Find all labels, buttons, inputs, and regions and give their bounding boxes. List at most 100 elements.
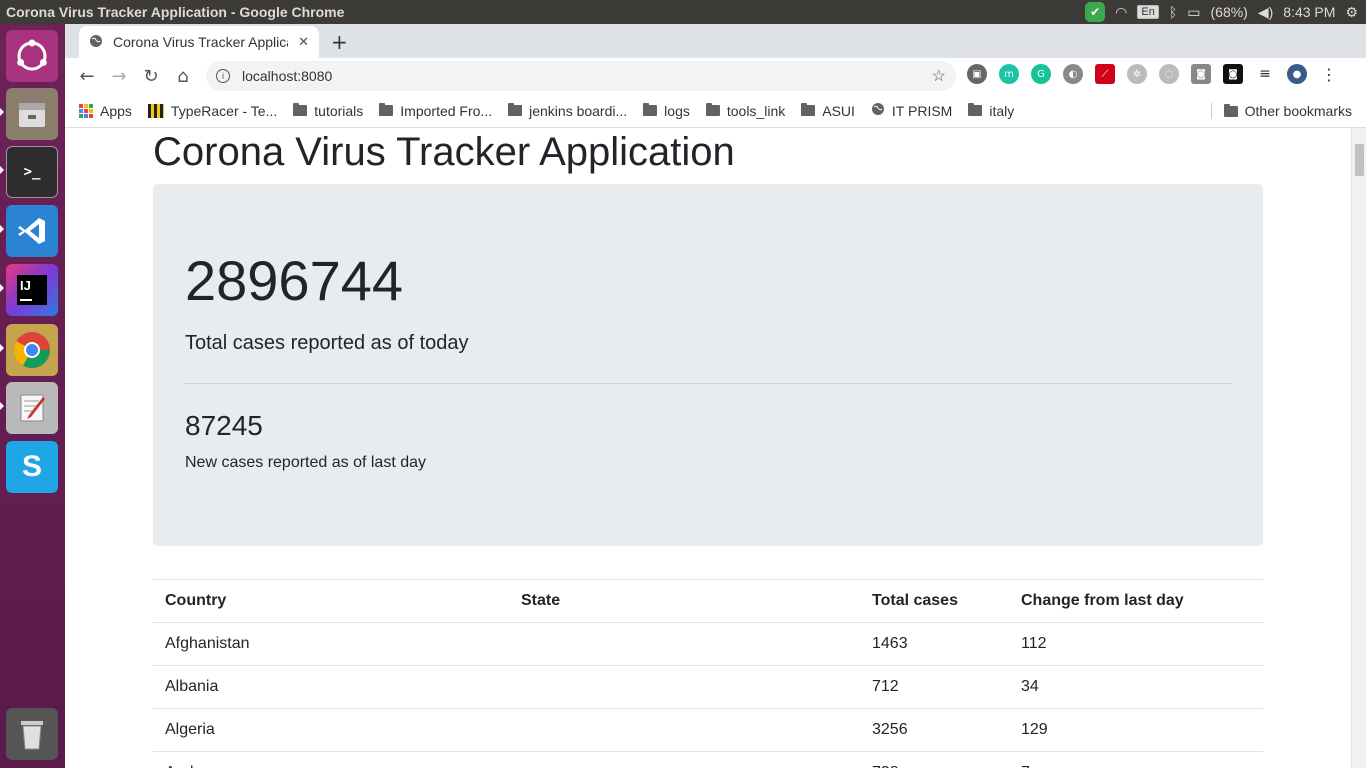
table-row: Albania 712 34: [153, 665, 1263, 709]
browser-toolbar: ← → ↻ ⌂ i localhost:8080 ☆ ▣ m G ◐ ⟋ ✲ ◌…: [65, 58, 1366, 94]
table-row: Andorra 738 7: [153, 751, 1263, 768]
main-container: Corona Virus Tracker Application 2896744…: [153, 128, 1263, 768]
text-editor-icon[interactable]: [6, 382, 58, 434]
url-text[interactable]: localhost:8080: [242, 68, 332, 84]
extension-react-icon[interactable]: ✲: [1127, 64, 1147, 84]
launcher: >_ IJ S: [0, 24, 65, 768]
globe-icon: [871, 102, 885, 119]
cell-change: 34: [1009, 665, 1263, 709]
chrome-icon[interactable]: [6, 324, 58, 376]
reload-icon[interactable]: ↻: [135, 66, 167, 87]
running-indicator: [0, 284, 4, 292]
forward-arrow-icon[interactable]: →: [103, 66, 135, 87]
tab-close-icon[interactable]: ✕: [298, 34, 309, 50]
extension-pdf-icon[interactable]: ⟋: [1095, 64, 1115, 84]
total-cases-label: Total cases reported as of today: [185, 332, 469, 354]
clock[interactable]: 8:43 PM: [1283, 4, 1335, 20]
cell-change: 7: [1009, 751, 1263, 768]
extension-spinner-icon[interactable]: ◌: [1159, 64, 1179, 84]
bookmarks-bar: Apps TypeRacer - Te... tutorials Importe…: [65, 94, 1366, 128]
bookmark-tools-link[interactable]: tools_link: [705, 103, 785, 119]
cases-table: Country State Total cases Change from la…: [153, 579, 1263, 768]
battery-icon[interactable]: ▭: [1187, 4, 1200, 21]
table-row: Afghanistan 1463 112: [153, 622, 1263, 666]
address-bar[interactable]: i localhost:8080 ☆: [206, 61, 956, 91]
new-tab-button[interactable]: +: [331, 30, 348, 54]
total-cases-value: 2896744: [185, 249, 404, 312]
volume-icon[interactable]: ◀): [1258, 4, 1273, 21]
page-scrollbar[interactable]: [1351, 128, 1366, 768]
battery-percent: (68%): [1210, 4, 1248, 20]
scrollbar-thumb[interactable]: [1355, 144, 1364, 176]
tab-title: Corona Virus Tracker Application: [113, 34, 288, 50]
screenshot-camera-icon[interactable]: ◙: [1223, 64, 1243, 84]
bookmark-star-icon[interactable]: ☆: [932, 66, 946, 86]
wifi-icon[interactable]: ◠: [1115, 4, 1127, 21]
header-state: State: [509, 579, 860, 623]
bookmark-imported[interactable]: Imported Fro...: [379, 103, 492, 119]
cell-total-cases: 738: [860, 751, 1009, 768]
divider: [185, 383, 1231, 384]
header-total-cases: Total cases: [860, 579, 1009, 623]
menu-kebab-icon[interactable]: ⋮: [1319, 64, 1339, 84]
table-row: Algeria 3256 129: [153, 708, 1263, 752]
bluetooth-icon[interactable]: ᛒ: [1169, 4, 1177, 20]
running-indicator: [0, 225, 4, 233]
running-indicator: [0, 108, 4, 116]
page-title: Corona Virus Tracker Application: [153, 130, 735, 174]
typeracer-flag-icon: [147, 103, 164, 118]
cell-total-cases: 712: [860, 665, 1009, 709]
bookmark-italy[interactable]: italy: [968, 103, 1014, 119]
skype-icon[interactable]: S: [6, 441, 58, 493]
site-info-icon[interactable]: i: [216, 69, 230, 83]
extension-moon-icon[interactable]: ◐: [1063, 64, 1083, 84]
folder-icon: [379, 103, 394, 116]
bookmark-jenkins[interactable]: jenkins boardi...: [508, 103, 627, 119]
extension-film-icon[interactable]: ▣: [967, 64, 987, 84]
cell-total-cases: 1463: [860, 622, 1009, 666]
bookmark-tutorials[interactable]: tutorials: [293, 103, 363, 119]
check-icon[interactable]: ✔: [1085, 2, 1106, 22]
bookmark-typeracer[interactable]: TypeRacer - Te...: [147, 103, 277, 119]
ubuntu-dash-icon[interactable]: [6, 30, 58, 82]
back-arrow-icon[interactable]: ←: [71, 66, 103, 87]
bookmark-it-prism[interactable]: IT PRISM: [871, 102, 952, 119]
vscode-icon[interactable]: [6, 205, 58, 257]
grammarly-icon[interactable]: G: [1031, 64, 1051, 84]
cell-state: [509, 665, 860, 709]
active-tab[interactable]: Corona Virus Tracker Application ✕: [79, 26, 319, 58]
keyboard-layout[interactable]: En: [1137, 5, 1159, 19]
globe-icon: [89, 34, 103, 51]
folder-icon: [968, 103, 983, 116]
cell-state: [509, 708, 860, 752]
profile-avatar[interactable]: ●: [1287, 64, 1307, 84]
extension-camera-icon[interactable]: ◙: [1191, 64, 1211, 84]
system-tray: ✔ ◠ En ᛒ ▭ (68%) ◀) 8:43 PM ⚙: [1085, 2, 1366, 22]
cell-state: [509, 751, 860, 768]
home-icon[interactable]: ⌂: [167, 66, 199, 87]
table-header-row: Country State Total cases Change from la…: [153, 579, 1263, 623]
folder-icon: [705, 103, 720, 116]
settings-gear-icon[interactable]: ⚙: [1345, 4, 1358, 21]
folder-icon: [801, 103, 816, 116]
bookmark-apps[interactable]: Apps: [79, 103, 132, 119]
extension-m-icon[interactable]: m: [999, 64, 1019, 84]
system-top-bar: Corona Virus Tracker Application - Googl…: [0, 0, 1366, 24]
browser-chrome: Corona Virus Tracker Application ✕ + ← →…: [65, 24, 1366, 128]
bookmark-asui[interactable]: ASUI: [801, 103, 855, 119]
bookmark-logs[interactable]: logs: [643, 103, 690, 119]
running-indicator: [0, 344, 4, 352]
extensions-area: ▣ m G ◐ ⟋ ✲ ◌ ◙ ◙ ≡ ● ⋮: [967, 64, 1339, 84]
folder-icon: [293, 103, 308, 116]
media-queue-icon[interactable]: ≡: [1255, 64, 1275, 84]
files-icon[interactable]: [6, 88, 58, 140]
apps-grid-icon: [79, 103, 93, 118]
terminal-icon[interactable]: >_: [6, 146, 58, 198]
cell-country: Algeria: [153, 708, 509, 752]
trash-icon[interactable]: [6, 708, 58, 760]
bookmark-other[interactable]: Other bookmarks: [1210, 103, 1352, 119]
cell-state: [509, 622, 860, 666]
cell-total-cases: 3256: [860, 708, 1009, 752]
folder-icon: [508, 103, 523, 116]
intellij-icon[interactable]: IJ: [6, 264, 58, 316]
